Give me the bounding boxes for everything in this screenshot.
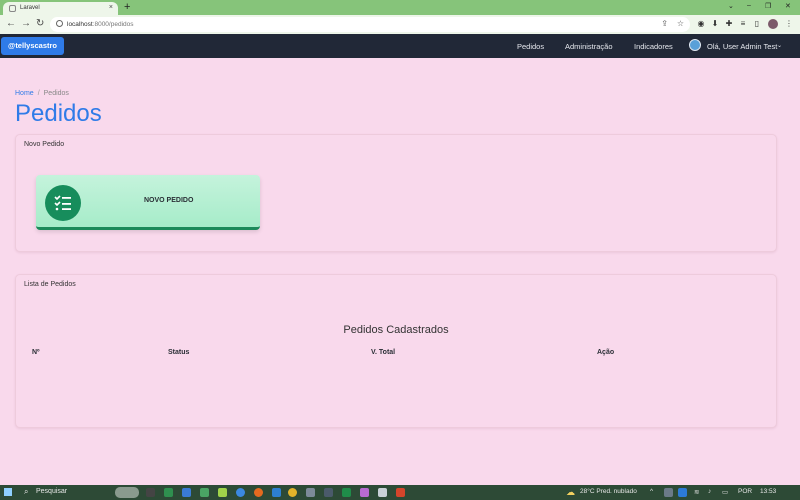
os-taskbar: ⌕ Pesquisar ☁ 28°C Pred. nublado ^ ≋ ♪ ▭… [0, 485, 800, 500]
tab-title: Laravel [20, 5, 40, 11]
orders-list-card: Lista de Pedidos Pedidos Cadastrados Nº … [15, 274, 777, 428]
column-header-total: V. Total [371, 349, 396, 356]
taskbar-widget-image[interactable] [115, 487, 139, 498]
whatsapp-icon[interactable] [218, 488, 227, 497]
new-tab-button[interactable]: + [124, 1, 130, 13]
side-panel-icon[interactable]: ▯ [752, 19, 762, 29]
tab-close-icon[interactable]: × [109, 4, 113, 11]
bookmark-star-icon[interactable]: ☆ [677, 19, 684, 28]
app-red-icon[interactable] [396, 488, 405, 497]
page-title: Pedidos [15, 100, 102, 127]
new-order-card: Novo Pedido NOVO PEDIDO [15, 134, 777, 252]
new-order-button[interactable]: NOVO PEDIDO [36, 175, 260, 230]
tray-chevron-icon[interactable]: ^ [650, 488, 653, 495]
reload-icon[interactable]: ↻ [36, 18, 44, 29]
app-purple-icon[interactable] [360, 488, 369, 497]
nav-link-pedidos[interactable]: Pedidos [517, 42, 544, 51]
column-header-action: Ação [597, 349, 615, 356]
volume-icon[interactable]: ♪ [708, 488, 711, 495]
orders-table-title: Pedidos Cadastrados [343, 324, 449, 336]
task-view-icon[interactable] [146, 488, 155, 497]
share-icon[interactable]: ⇪ [661, 19, 668, 28]
app-green-icon[interactable] [200, 488, 209, 497]
maximize-icon[interactable]: ❐ [765, 2, 771, 10]
browser-tab[interactable]: Laravel × [3, 2, 118, 15]
tray-app-2-icon[interactable] [678, 488, 687, 497]
tray-app-icon[interactable] [664, 488, 673, 497]
url-path: :8000/pedidos [92, 21, 134, 28]
breadcrumb-current: Pedidos [43, 90, 69, 97]
breadcrumb-home[interactable]: Home [15, 90, 34, 97]
battery-icon[interactable]: ▭ [722, 488, 728, 496]
minimize-icon[interactable]: – [747, 2, 751, 9]
tab-search-chevron-icon[interactable]: ⌄ [728, 2, 734, 10]
keyboard-language[interactable]: POR [738, 488, 752, 495]
reading-list-icon[interactable]: ≡ [738, 19, 748, 29]
clock-time[interactable]: 13:53 [760, 488, 776, 495]
excel-2-icon[interactable] [342, 488, 351, 497]
extension-download-icon[interactable]: ⬇ [710, 19, 720, 29]
breadcrumb-separator: / [37, 90, 40, 97]
search-icon[interactable]: ⌕ [24, 487, 28, 497]
browser-menu-icon[interactable]: ⋮ [784, 19, 794, 29]
site-info-icon[interactable] [56, 20, 63, 27]
column-header-number: Nº [32, 349, 40, 356]
extensions-puzzle-icon[interactable]: ✚ [724, 19, 734, 29]
chrome-icon[interactable] [288, 488, 297, 497]
forward-arrow-icon[interactable]: → [21, 18, 31, 29]
nav-link-administracao[interactable]: Administração [565, 42, 613, 51]
new-order-label: NOVO PEDIDO [144, 197, 194, 204]
checklist-icon [45, 185, 81, 221]
window-close-icon[interactable]: ✕ [785, 2, 791, 10]
firefox-icon[interactable] [254, 488, 263, 497]
card-header: Lista de Pedidos [24, 281, 76, 288]
user-menu[interactable]: Olá, User Admin Test [707, 42, 777, 51]
extension-shield-icon[interactable]: ◉ [696, 19, 706, 29]
excel-icon[interactable] [164, 488, 173, 497]
app-navbar: @tellyscastro Pedidos Administração Indi… [0, 34, 800, 58]
file-explorer-icon[interactable] [324, 488, 333, 497]
chevron-down-icon[interactable]: ⌄ [777, 42, 782, 49]
calculator-icon[interactable] [306, 488, 315, 497]
profile-avatar-icon[interactable] [768, 19, 778, 29]
vscode-icon[interactable] [272, 488, 281, 497]
breadcrumb: Home / Pedidos [15, 90, 69, 97]
address-bar[interactable]: localhost:8000/pedidos ⇪ ☆ [50, 17, 690, 32]
weather-text[interactable]: 28°C Pred. nublado [580, 488, 637, 495]
app-gray-icon[interactable] [378, 488, 387, 497]
nav-link-indicadores[interactable]: Indicadores [634, 42, 673, 51]
laravel-favicon-icon [9, 5, 16, 12]
browser-tab-bar: Laravel × + ⌄ – ❐ ✕ [0, 0, 800, 15]
taskbar-search[interactable]: Pesquisar [36, 488, 67, 495]
browser-toolbar: ← → ↻ localhost:8000/pedidos ⇪ ☆ ◉ ⬇ ✚ ≡… [0, 15, 800, 34]
user-avatar [689, 39, 701, 51]
edge-icon[interactable] [236, 488, 245, 497]
wifi-icon[interactable]: ≋ [694, 488, 699, 496]
column-header-status: Status [168, 349, 190, 356]
weather-cloud-icon: ☁ [566, 487, 575, 497]
url-host: localhost [67, 21, 93, 28]
card-header: Novo Pedido [24, 141, 65, 148]
back-arrow-icon[interactable]: ← [6, 18, 16, 29]
windows-start-icon[interactable] [4, 488, 12, 496]
outlook-icon[interactable] [182, 488, 191, 497]
brand-button[interactable]: @tellyscastro [1, 37, 65, 55]
